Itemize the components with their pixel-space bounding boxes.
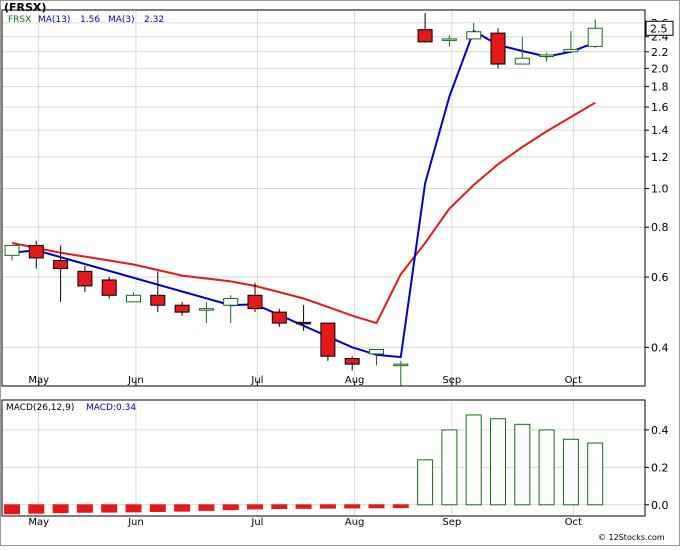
candle-body [4,244,20,256]
candle-body [174,304,190,313]
macd-bar [28,504,45,514]
candle-body [271,311,287,324]
macd-value-label: MACD:0.34 [86,403,137,413]
candle-body [126,294,141,303]
price-tick-label: 1.8 [651,81,669,94]
macd-bar [538,429,555,506]
macd-bar [149,504,166,513]
price-tick-label: 1.4 [651,124,669,137]
legend-ma3-value: 2.32 [144,15,165,25]
macd-tick-label: 0.2 [651,461,669,474]
macd-bar [247,504,263,510]
macd-bar [101,504,118,513]
macd-bar [514,423,531,506]
macd-bar [198,504,215,511]
price-y-axis: 2.62.42.22.01.81.61.41.21.00.80.60.42.5 [645,17,674,354]
price-x-tick-label: Jul [250,375,263,386]
candle-body [369,348,384,355]
macd-x-tick-label: Jul [250,517,263,528]
candle-body [563,48,579,53]
candle-body [514,57,530,65]
candle-body [28,244,44,259]
candle-body [466,31,482,40]
macd-bar [52,504,69,514]
legend-ma3: MA(3) [108,15,135,25]
candle-body [417,29,433,43]
macd-x-tick-label: Oct [565,517,582,528]
macd-bar [465,414,482,506]
candle-body [77,270,93,287]
candle-body [587,27,603,47]
macd-x-tick-label: Jun [127,517,144,528]
macd-tick-label: 0.0 [651,499,669,512]
macd-bar [76,504,93,513]
macd-bar [174,504,191,512]
price-tick-label: 2.0 [651,62,669,75]
macd-x-tick-label: Aug [345,517,365,528]
candle-body [296,321,312,325]
macd-bar [417,459,434,506]
candle-body [490,32,506,65]
price-x-tick-label: Oct [565,375,582,386]
price-tick-label: 0.8 [651,221,669,234]
price-tick-label: 1.2 [651,151,669,164]
macd-bar [295,504,312,509]
macd-x-tick-label: May [28,517,49,528]
candle-body [101,279,117,296]
macd-bar [587,442,604,506]
macd-bar [368,504,385,509]
candle-body [53,260,69,270]
candle-body [198,308,214,311]
price-tick-label: 1.6 [651,101,669,114]
price-tick-label: 1.0 [651,182,669,195]
macd-label: MACD(26,12,9) [6,403,75,413]
candle-body [441,38,457,41]
macd-bar [392,504,409,509]
chart-title: (FRSX) [4,1,47,14]
ma-line-ma13 [11,101,596,325]
macd-bar [319,504,336,509]
price-tick-label: 2.2 [651,46,669,59]
macd-bar [271,504,288,510]
price-x-tick-label: Aug [345,375,365,386]
candle-body [223,298,239,306]
macd-bar [125,504,142,513]
macd-x-tick-label: Sep [442,517,461,528]
price-tick-label: 0.4 [651,341,669,354]
macd-bar [562,438,579,506]
price-x-tick-label: May [28,375,49,386]
macd-bar [4,504,20,515]
macd-bar [441,429,458,506]
legend-ma13-value: 1.56 [80,15,101,25]
legend-symbol: FRSX [8,15,32,25]
price-x-tick-label: Sep [442,375,461,386]
chart-stage: 2.62.42.22.01.81.61.41.21.00.80.60.42.5 … [0,0,680,546]
price-x-axis: May Jun Jul Aug Sep Oct [28,375,582,386]
price-x-tick-label: Jun [127,375,144,386]
macd-bar [344,504,361,509]
candle-body [320,322,336,357]
candle-body [247,294,263,310]
macd-x-axis: May Jun Jul Aug Sep Oct [28,517,582,528]
legend-ma13: MA(13) [38,15,71,25]
macd-tick-label: 0.4 [651,424,669,437]
price-candles [4,13,603,386]
price-tick-label: 0.6 [651,271,669,284]
candle-body [344,358,360,365]
candle-body [539,54,555,57]
macd-bar [222,504,239,511]
macd-bar [490,418,506,506]
last-price-badge-label: 2.5 [650,22,668,35]
stock-chart-svg: 2.62.42.22.01.81.61.41.21.00.80.60.42.5 … [0,0,680,546]
candle-body [393,363,409,367]
candle-body [150,294,166,306]
watermark: © 12Stocks.com [598,533,665,542]
macd-y-axis: 0.4 0.2 0.0 [645,424,669,512]
